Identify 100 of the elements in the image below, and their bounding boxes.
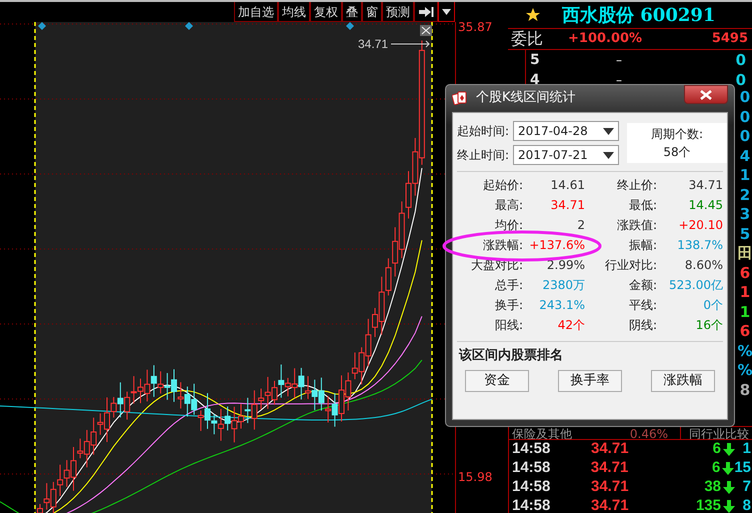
tick-count: 1 — [742, 439, 752, 460]
stat-value: 2 — [576, 217, 585, 234]
axis-price-label: 35.87 — [458, 19, 492, 36]
stat-value: 14.61 — [550, 177, 585, 194]
dialog-title: 个股K线区间统计 — [476, 89, 576, 108]
date-label: 终止时间: — [457, 147, 510, 164]
stat-value: 16个 — [694, 317, 723, 334]
date-dropdown[interactable]: 2017-04-28 — [513, 121, 620, 141]
stat-value: 34.71 — [550, 197, 585, 214]
axis-price-label: 15.98 — [458, 469, 492, 486]
ranking-button[interactable]: 资金 — [465, 370, 529, 392]
down-arrow-icon — [723, 443, 735, 456]
toolbar-button[interactable]: 复权 — [310, 2, 342, 22]
period-count: 58个 — [663, 144, 691, 161]
tick-volume: 135 — [694, 496, 721, 513]
industry-change: 0.46% — [628, 427, 668, 440]
price-label: 34.71 — [358, 37, 388, 51]
tick-count: 15 — [734, 458, 752, 478]
caret-icon — [442, 9, 451, 16]
close-button[interactable] — [684, 85, 728, 104]
stat-label: 涨跌幅: — [482, 237, 523, 254]
dropdown-button[interactable] — [438, 2, 455, 22]
stat-value: 138.7% — [676, 237, 723, 254]
arrow-to-bar-icon — [418, 6, 434, 18]
tick-price: 34.71 — [591, 477, 630, 498]
stat-value: 523.00亿 — [668, 277, 723, 294]
quote-digit: 6 — [740, 264, 750, 283]
tick-count: 8 — [742, 496, 752, 513]
tick-volume: 38 — [703, 477, 721, 498]
stat-value: +20.10 — [678, 217, 723, 234]
quote-digit: 2 — [740, 186, 750, 205]
stat-label: 金额: — [628, 277, 657, 294]
tick-volume: 6 — [711, 458, 720, 478]
stat-label: 最低: — [628, 197, 657, 214]
close-icon — [420, 25, 432, 36]
weibi-label: 委比 — [510, 28, 544, 50]
tick-price: 34.71 — [590, 458, 630, 478]
order-level: 4 — [529, 70, 541, 90]
stat-value: 2380万 — [541, 277, 585, 294]
quote-digit: % — [737, 361, 752, 380]
tick-time: 14:58 — [511, 458, 552, 478]
stat-label: 均价: — [494, 217, 523, 234]
quote-digit: 3 — [740, 205, 750, 224]
stat-label: 换手: — [494, 297, 523, 314]
stat-label: 终止价: — [616, 177, 657, 194]
tick-price: 34.71 — [591, 496, 630, 513]
down-arrow-icon — [722, 462, 734, 475]
arrow-icon — [390, 40, 430, 48]
tick-volume: 6 — [712, 439, 721, 460]
order-price: – — [616, 52, 623, 69]
caret-icon — [603, 152, 614, 158]
stat-label: 最高: — [494, 197, 523, 214]
quote-digit: 0 — [740, 127, 750, 146]
quote-digit: 4 — [740, 146, 750, 166]
ranking-button[interactable]: 换手率 — [558, 370, 622, 392]
stat-label: 平线: — [628, 297, 657, 314]
toolbar-button[interactable]: 均线 — [278, 2, 310, 22]
stat-label: 涨跌值: — [616, 217, 657, 234]
quote-digit: % — [737, 342, 752, 361]
date-label: 起始时间: — [457, 123, 510, 140]
down-arrow-icon — [723, 500, 735, 513]
quote-digit: 5 — [740, 224, 750, 244]
quote-digit: 0 — [740, 108, 750, 127]
ranking-button[interactable]: 涨跌幅 — [651, 370, 715, 392]
section-heading: 该区间内股票排名 — [459, 346, 564, 365]
marker-icon — [185, 22, 193, 30]
down-arrow-icon — [723, 481, 735, 494]
quote-digit: 田 — [738, 244, 752, 264]
order-volume: 0 — [734, 50, 746, 71]
quote-digit: 1 — [740, 166, 750, 186]
stat-label: 阴线: — [628, 317, 657, 334]
toolbar-button[interactable]: 加自选 — [234, 2, 278, 22]
date-dropdown[interactable]: 2017-07-21 — [513, 145, 620, 165]
toolbar-button[interactable]: 叠 — [342, 2, 362, 22]
caret-icon — [603, 128, 614, 134]
period-label: 周期个数: — [651, 126, 704, 143]
order-volume: 0 — [734, 70, 746, 90]
toolbar-button[interactable]: 窗 — [362, 2, 382, 22]
quote-digit: 1 — [740, 283, 750, 302]
quote-digit: 8 — [740, 380, 750, 400]
star-icon[interactable] — [526, 8, 540, 22]
tick-time: 14:58 — [511, 477, 552, 498]
quote-digit: 1 — [740, 302, 750, 322]
tick-count: 7 — [742, 477, 752, 498]
stat-value: 243.1% — [538, 297, 585, 314]
stat-value: 8.60% — [684, 257, 723, 274]
marker-icon — [38, 22, 46, 30]
tick-price: 34.71 — [591, 439, 630, 460]
tick-time: 14:58 — [511, 439, 552, 460]
close-icon — [700, 90, 712, 100]
stat-label: 起始价: — [482, 177, 523, 194]
toolbar-button[interactable] — [414, 2, 438, 22]
toolbar-button[interactable]: 预测 — [382, 2, 414, 22]
stat-value: 42个 — [556, 317, 585, 334]
quote-digit: 6 — [740, 322, 750, 342]
stat-label: 阳线: — [494, 317, 523, 334]
stat-value: 0个 — [702, 297, 723, 314]
stat-value: 34.71 — [688, 177, 723, 194]
stock-title: 西水股份 600291 — [562, 4, 716, 28]
stat-value: +137.6% — [528, 237, 585, 254]
